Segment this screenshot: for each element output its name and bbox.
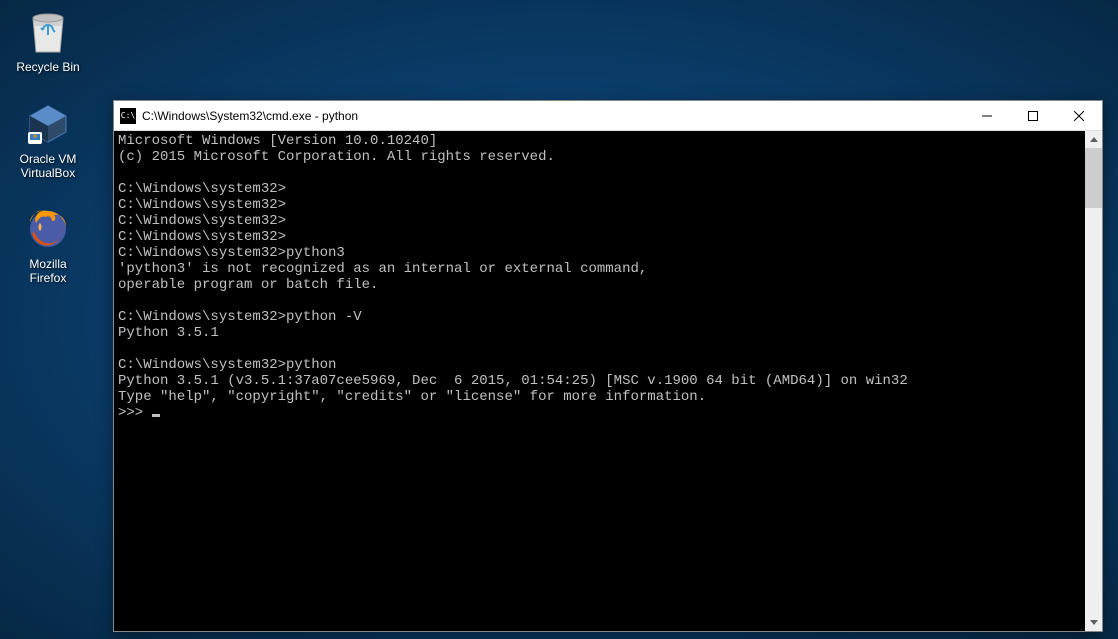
scroll-track[interactable] bbox=[1085, 148, 1102, 614]
maximize-button[interactable] bbox=[1010, 101, 1056, 130]
terminal-line: C:\Windows\system32>python3 bbox=[118, 245, 345, 261]
terminal-output[interactable]: Microsoft Windows [Version 10.0.10240] (… bbox=[114, 131, 1085, 631]
terminal-line: C:\Windows\system32>python -V bbox=[118, 309, 362, 325]
minimize-button[interactable] bbox=[964, 101, 1010, 130]
desktop-icon-virtualbox[interactable]: Oracle VM VirtualBox bbox=[10, 100, 86, 180]
terminal-line: C:\Windows\system32> bbox=[118, 229, 286, 245]
cmd-icon: C:\ bbox=[120, 108, 136, 124]
terminal-line: >>> bbox=[118, 405, 152, 421]
firefox-icon bbox=[24, 205, 72, 253]
desktop-icon-label: Oracle VM VirtualBox bbox=[10, 152, 86, 180]
terminal-line: Python 3.5.1 bbox=[118, 325, 219, 341]
vertical-scrollbar[interactable] bbox=[1085, 131, 1102, 631]
scroll-down-button[interactable] bbox=[1085, 614, 1102, 631]
window-title: C:\Windows\System32\cmd.exe - python bbox=[142, 109, 964, 123]
virtualbox-icon bbox=[24, 100, 72, 148]
terminal-line: C:\Windows\system32> bbox=[118, 197, 286, 213]
desktop-icon-recycle-bin[interactable]: Recycle Bin bbox=[10, 8, 86, 74]
desktop-icon-firefox[interactable]: Mozilla Firefox bbox=[10, 205, 86, 285]
terminal-cursor bbox=[152, 414, 160, 417]
scroll-up-button[interactable] bbox=[1085, 131, 1102, 148]
terminal-line: Type "help", "copyright", "credits" or "… bbox=[118, 389, 706, 405]
recycle-bin-icon bbox=[24, 8, 72, 56]
terminal-line: Microsoft Windows [Version 10.0.10240] bbox=[118, 133, 437, 149]
cmd-window: C:\ C:\Windows\System32\cmd.exe - python… bbox=[113, 100, 1103, 632]
terminal-line: 'python3' is not recognized as an intern… bbox=[118, 261, 647, 277]
desktop-icon-label: Recycle Bin bbox=[10, 60, 86, 74]
terminal-line: (c) 2015 Microsoft Corporation. All righ… bbox=[118, 149, 555, 165]
terminal-line: C:\Windows\system32> bbox=[118, 213, 286, 229]
terminal-line: operable program or batch file. bbox=[118, 277, 378, 293]
terminal-line: C:\Windows\system32> bbox=[118, 181, 286, 197]
terminal-line: C:\Windows\system32>python bbox=[118, 357, 336, 373]
desktop-icon-label: Mozilla Firefox bbox=[10, 257, 86, 285]
close-button[interactable] bbox=[1056, 101, 1102, 130]
terminal-line: Python 3.5.1 (v3.5.1:37a07cee5969, Dec 6… bbox=[118, 373, 908, 389]
scroll-thumb[interactable] bbox=[1085, 148, 1102, 208]
window-titlebar[interactable]: C:\ C:\Windows\System32\cmd.exe - python bbox=[114, 101, 1102, 131]
